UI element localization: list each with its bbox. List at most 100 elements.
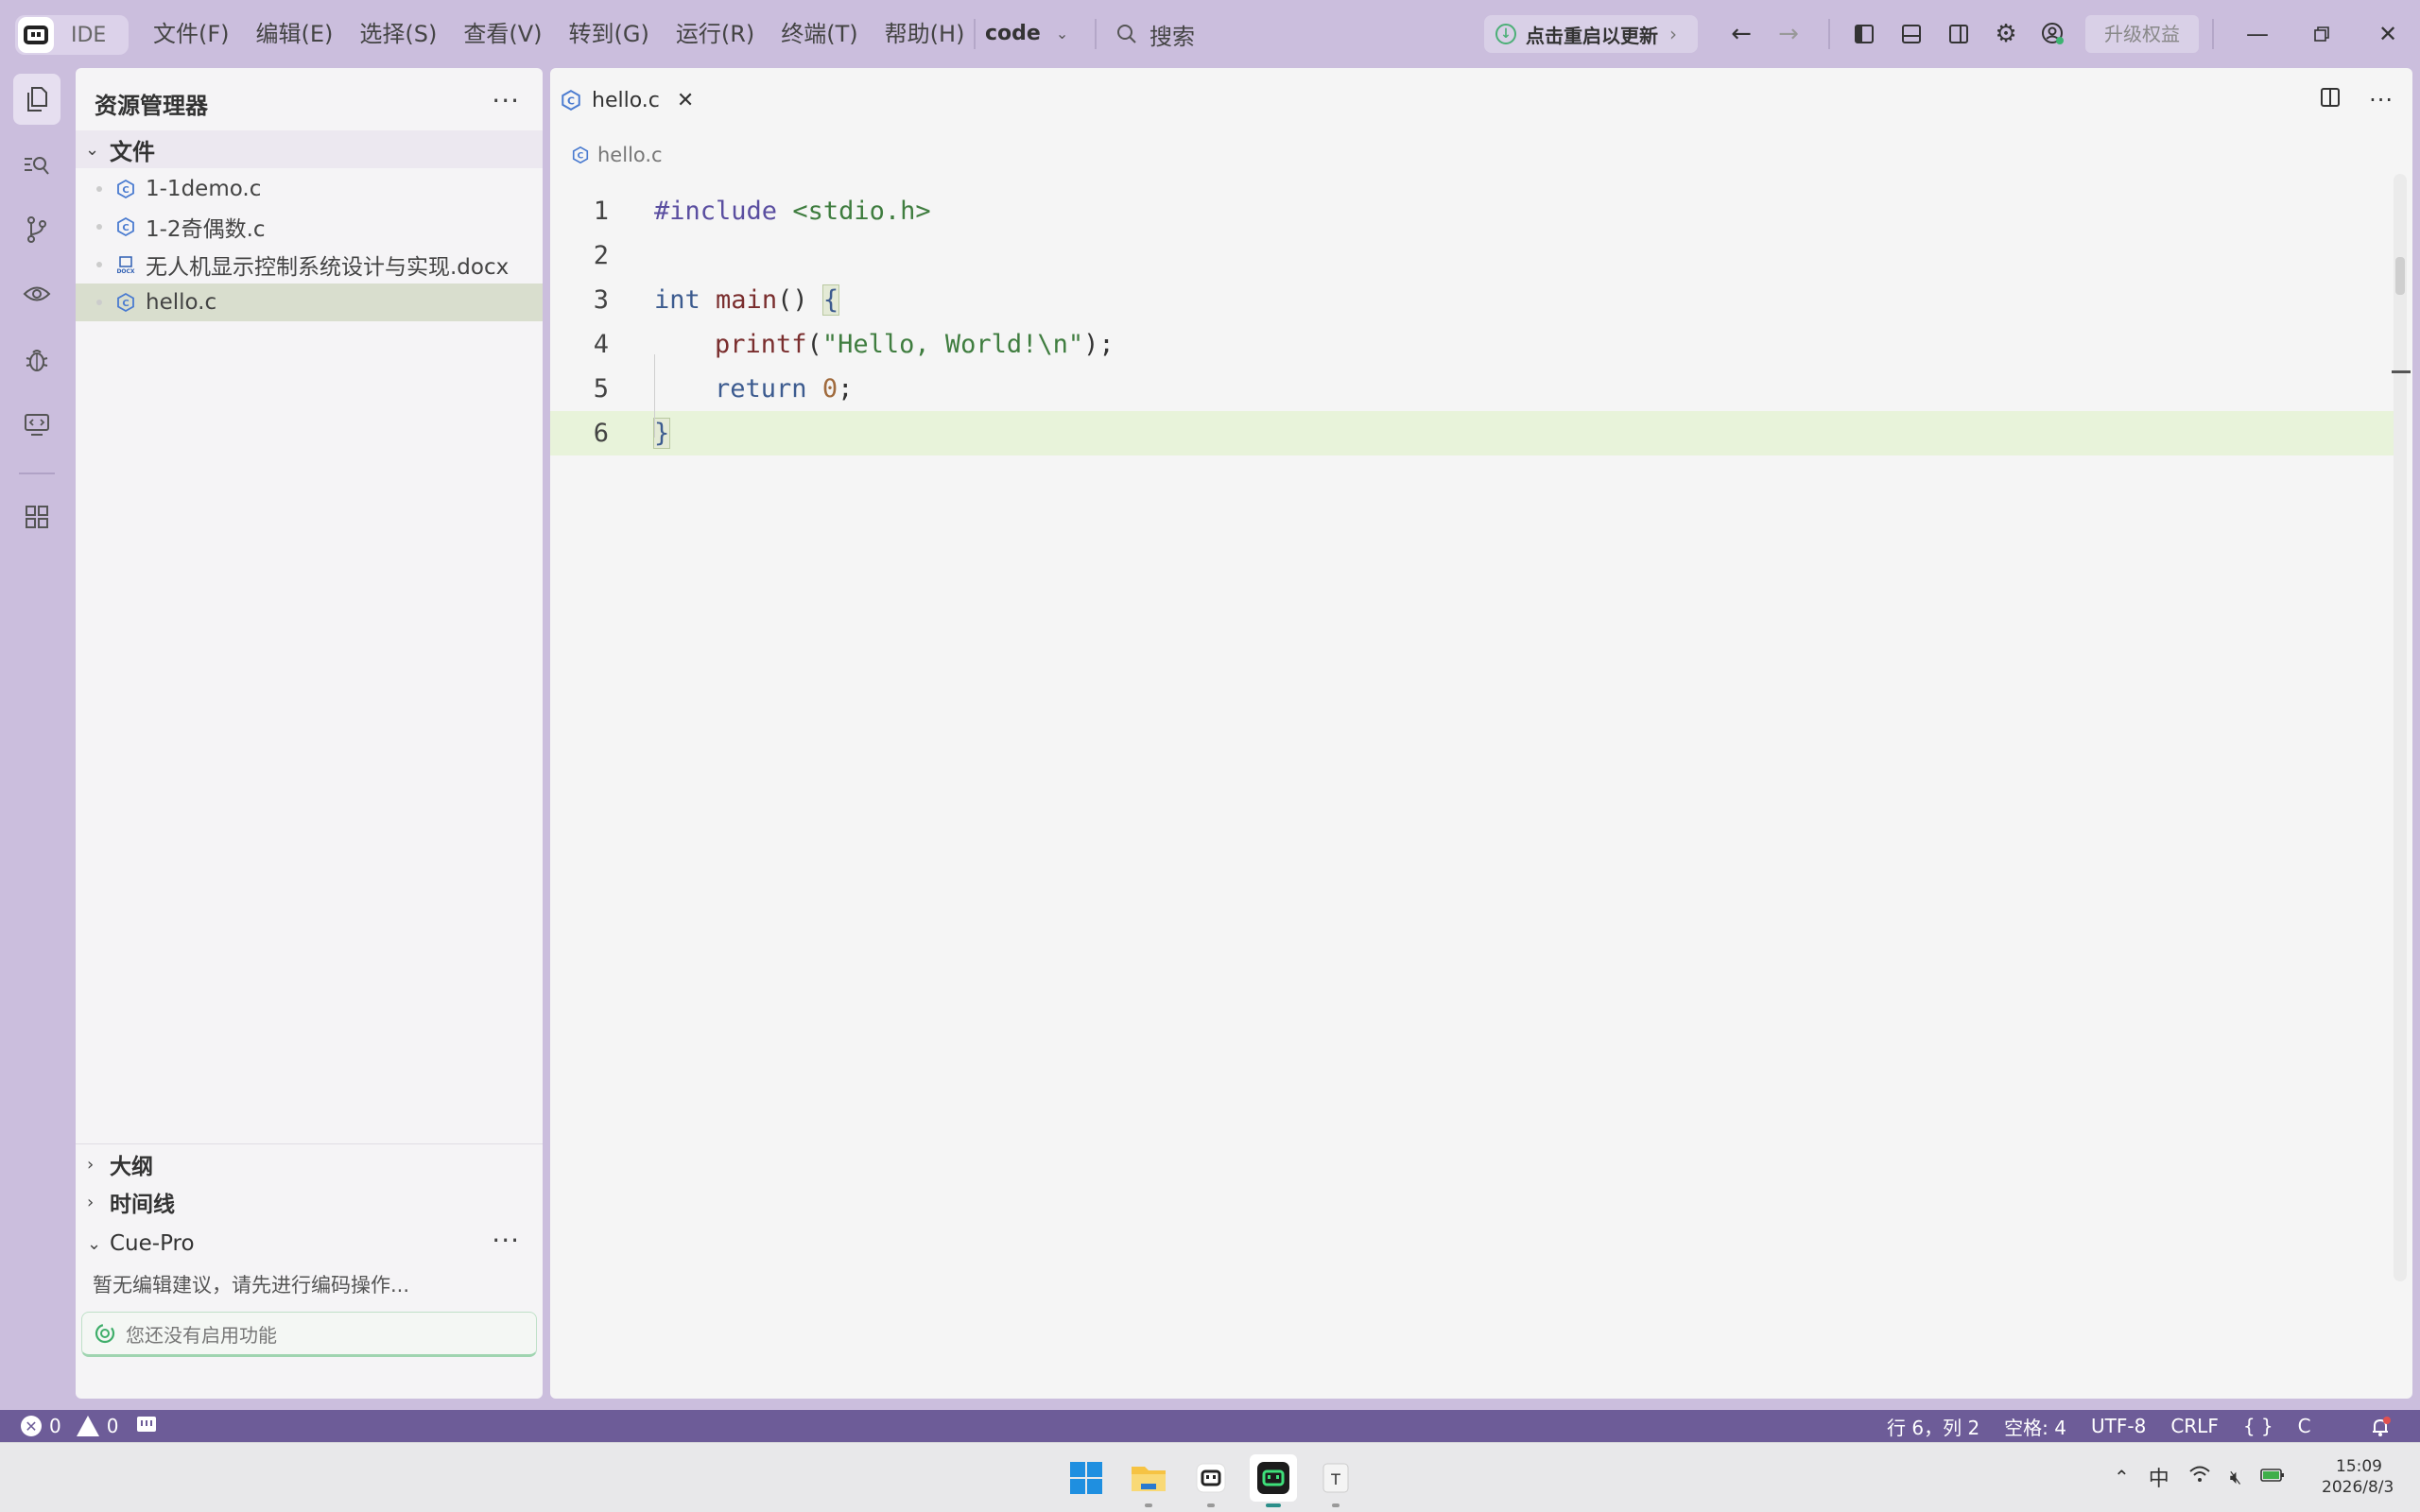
code-line: 3 int main() {: [550, 278, 2394, 322]
token-type: int: [654, 285, 700, 315]
restart-update-button[interactable]: ↓ 点击重启以更新 ›: [1484, 15, 1698, 53]
ide-dark-app-icon[interactable]: [1250, 1454, 1297, 1507]
menu-bar: 文件(F) 编辑(E) 选择(S) 查看(V) 转到(G) 运行(R) 终端(T…: [140, 17, 977, 51]
editor-tab[interactable]: C hello.c ✕: [560, 76, 694, 125]
chevron-up-icon[interactable]: ⌃: [2114, 1466, 2130, 1488]
line-number: 6: [593, 419, 609, 448]
warning-count: 0: [106, 1415, 119, 1437]
token-semicolon: ;: [838, 374, 854, 404]
cue-status-banner[interactable]: 您还没有启用功能: [81, 1312, 537, 1357]
cue-more-actions-icon[interactable]: ···: [492, 1225, 520, 1256]
outline-label: 大纲: [110, 1155, 153, 1179]
activity-divider: [19, 472, 55, 474]
svg-text:C: C: [122, 299, 129, 309]
error-icon: ✕: [21, 1416, 42, 1436]
explorer-title: 资源管理器: [95, 93, 208, 119]
update-label: 点击重启以更新: [1526, 24, 1658, 47]
scrollbar-thumb[interactable]: [2395, 257, 2405, 295]
upgrade-button[interactable]: 升级权益: [2085, 15, 2199, 53]
file-item-selected[interactable]: C hello.c: [76, 284, 543, 321]
split-editor-icon[interactable]: [2320, 87, 2341, 113]
docx-file-icon: DOCX: [116, 256, 135, 275]
folder-header[interactable]: ⌄ 文件: [76, 130, 543, 168]
forward-arrow-icon[interactable]: →: [1773, 19, 1804, 49]
token-brace: }: [652, 418, 671, 449]
clock-date: 2026/8/3: [2322, 1478, 2394, 1497]
c-file-icon: C: [117, 179, 134, 199]
explorer-sidebar: 资源管理器 ··· ⌄ 文件 C 1-1demo.c C 1-2奇偶数.c DO…: [76, 68, 543, 1399]
toggle-primary-sidebar-icon[interactable]: [1849, 19, 1879, 49]
code-line: 2: [550, 233, 2394, 278]
file-explorer-icon[interactable]: [1125, 1454, 1172, 1507]
file-item[interactable]: DOCX 无人机显示控制系统设计与实现.docx: [76, 246, 543, 284]
ime-indicator[interactable]: 中: [2149, 1462, 2169, 1492]
running-indicator: [1145, 1503, 1152, 1507]
menu-goto[interactable]: 转到(G): [556, 17, 663, 51]
source-control-icon[interactable]: [17, 210, 57, 249]
overview-ruler-marker: [2392, 370, 2411, 373]
outline-section[interactable]: › 大纲: [76, 1145, 543, 1183]
indent-guide: [654, 354, 655, 438]
menu-edit[interactable]: 编辑(E): [243, 17, 347, 51]
text-editor-app-icon[interactable]: T: [1312, 1454, 1359, 1507]
file-item[interactable]: C 1-2奇偶数.c: [76, 208, 543, 246]
line-ending[interactable]: CRLF: [2170, 1415, 2219, 1437]
language-mode[interactable]: C: [2298, 1415, 2311, 1437]
project-name: code: [985, 22, 1041, 45]
menu-view[interactable]: 查看(V): [450, 17, 555, 51]
more-actions-icon[interactable]: ···: [2369, 87, 2394, 113]
close-tab-icon[interactable]: ✕: [677, 89, 694, 112]
search-icon: [1117, 25, 1136, 43]
battery-icon[interactable]: [2260, 1466, 2285, 1489]
minimize-icon[interactable]: —: [2238, 17, 2276, 51]
app-logo-icon: [18, 17, 54, 53]
notification-bell-icon[interactable]: [2369, 1416, 2392, 1443]
app-switcher[interactable]: IDE: [15, 15, 129, 55]
volume-muted-icon[interactable]: 🔇︎: [2230, 1466, 2242, 1488]
file-item[interactable]: C 1-1demo.c: [76, 170, 543, 208]
menu-file[interactable]: 文件(F): [140, 17, 243, 51]
running-indicator: [1207, 1503, 1215, 1507]
code-line: 4 printf("Hello, World!\n");: [550, 322, 2394, 367]
toggle-secondary-sidebar-icon[interactable]: [1944, 19, 1974, 49]
line-number: 1: [593, 197, 609, 226]
restore-icon[interactable]: [2303, 17, 2341, 51]
vertical-scrollbar[interactable]: [2394, 174, 2407, 1281]
system-clock[interactable]: 15:09 2026/8/3: [2322, 1456, 2394, 1498]
debug-bug-icon[interactable]: [17, 340, 57, 380]
back-arrow-icon[interactable]: ←: [1726, 19, 1756, 49]
explorer-files-icon[interactable]: [13, 74, 60, 125]
extensions-grid-icon[interactable]: [17, 497, 57, 537]
encoding[interactable]: UTF-8: [2091, 1415, 2146, 1437]
cue-pro-section[interactable]: ⌄ Cue-Pro: [76, 1225, 543, 1263]
run-debug-eye-icon[interactable]: [17, 274, 57, 314]
divider: [1828, 19, 1830, 49]
project-selector[interactable]: code ⌄: [985, 17, 1068, 51]
toggle-panel-icon[interactable]: [1896, 19, 1927, 49]
search-files-icon[interactable]: [17, 146, 57, 185]
problems-indicator[interactable]: ✕ 0 0: [21, 1415, 158, 1438]
search-box[interactable]: 搜索: [1115, 17, 1195, 51]
start-windows-icon[interactable]: [1063, 1454, 1110, 1502]
menu-terminal[interactable]: 终端(T): [768, 17, 871, 51]
download-icon: ↓: [1495, 24, 1516, 44]
more-actions-icon[interactable]: ···: [492, 85, 520, 116]
indentation[interactable]: 空格: 4: [2004, 1413, 2066, 1440]
menu-selection[interactable]: 选择(S): [346, 17, 450, 51]
ide-app-icon[interactable]: [1187, 1454, 1235, 1507]
ports-icon[interactable]: [135, 1415, 158, 1438]
menu-help[interactable]: 帮助(H): [872, 17, 978, 51]
settings-gear-icon[interactable]: ⚙: [1991, 19, 2021, 49]
cursor-position[interactable]: 行 6，列 2: [1887, 1413, 1979, 1440]
line-number: 5: [593, 374, 609, 404]
account-icon[interactable]: [2038, 19, 2068, 49]
chevron-down-icon: ⌄: [1055, 25, 1069, 43]
braces-icon[interactable]: { }: [2243, 1415, 2273, 1437]
wifi-icon[interactable]: [2188, 1465, 2211, 1489]
timeline-section[interactable]: › 时间线: [76, 1183, 543, 1221]
close-window-icon[interactable]: ✕: [2369, 17, 2407, 51]
menu-run[interactable]: 运行(R): [663, 17, 768, 51]
folder-name: 文件: [110, 138, 155, 165]
remote-explorer-icon[interactable]: [17, 404, 57, 444]
breadcrumb[interactable]: C hello.c: [571, 144, 663, 166]
